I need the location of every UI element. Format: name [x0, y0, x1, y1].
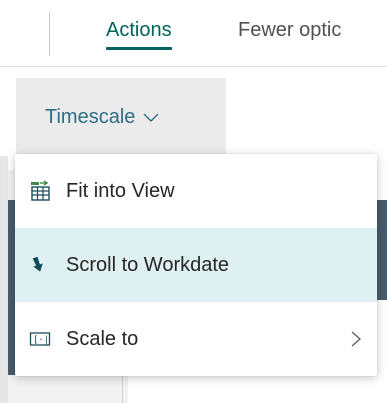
- scroll-arrow-icon: [29, 254, 51, 276]
- menu-item-scale-to[interactable]: [·|·] Scale to: [15, 302, 377, 376]
- tab-active-indicator: [106, 47, 172, 50]
- chevron-down-icon: [142, 108, 160, 126]
- fit-view-icon: [29, 180, 51, 202]
- menu-item-label: Scroll to Workdate: [66, 253, 230, 276]
- chevron-right-icon: [349, 329, 363, 349]
- tab-actions[interactable]: Actions: [106, 18, 172, 50]
- menu-item-fit-into-view[interactable]: Fit into View: [15, 154, 377, 228]
- tab-fewer-options[interactable]: Fewer optic: [238, 18, 341, 42]
- timescale-label: Timescale: [45, 105, 136, 128]
- timescale-menu: Fit into View Scroll to Workdate [·|·] S…: [15, 154, 377, 376]
- action-bar-divider: [49, 12, 50, 56]
- scale-icon: [·|·]: [29, 328, 60, 350]
- tab-fewer-options-label: Fewer optic: [238, 19, 342, 41]
- action-bar: Actions Fewer optic: [0, 0, 387, 67]
- background-strip: [0, 156, 8, 403]
- svg-text:[·|·]: [·|·]: [33, 336, 51, 346]
- background-divider: [122, 376, 123, 403]
- timescale-button[interactable]: Timescale: [16, 78, 226, 156]
- menu-item-label: Fit into View: [66, 179, 175, 202]
- tab-actions-label: Actions: [106, 19, 172, 41]
- menu-item-scroll-to-workdate[interactable]: Scroll to Workdate: [15, 228, 377, 302]
- page: Actions Fewer optic Timescale Fit into V…: [0, 0, 387, 403]
- menu-item-label: Scale to: [66, 327, 139, 350]
